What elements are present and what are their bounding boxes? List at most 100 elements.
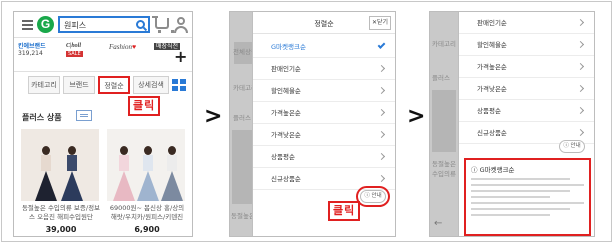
sort-menu: G마켓랭크순 판매인기순 할인혜율순 가격높은순 가격낮은순 상품평순 신규상품…: [253, 36, 395, 190]
sort-option-label: 판매인기순: [271, 65, 301, 73]
sort-option-label: 신규상품순: [271, 175, 301, 183]
sort-option-label: 가격낮은순: [477, 85, 507, 93]
chevron-right-icon: [576, 84, 585, 93]
search-icon[interactable]: [136, 20, 145, 29]
product-card[interactable]: 69000원~ 봄신상 홍/상의 해랏/우치카/원피스/키덴진 6,900: [107, 129, 187, 236]
sort-option-discount[interactable]: 할인혜율순: [459, 34, 594, 56]
chevron-right-icon: [377, 174, 386, 183]
sort-option-label: 판매인기순: [477, 19, 507, 27]
banner-item[interactable]: Fashion♥: [109, 43, 136, 51]
chevron-right-icon: [377, 130, 386, 139]
click-callout: 클릭: [328, 201, 361, 221]
product-name: 69000원~ 봄신상 홍/상의 해랏/우치카/원피스/키덴진: [109, 204, 185, 221]
banner-sale-badge: SALE: [66, 51, 83, 58]
phone-screen-search-results: G 원피스 킨에브랜드 319,214 C|holl SALE Fashion♥…: [13, 11, 193, 237]
gmarket-logo[interactable]: G: [37, 16, 54, 33]
tab-sort[interactable]: 정렬순: [98, 76, 130, 94]
sort-option-reviews[interactable]: 상품평순: [253, 146, 395, 168]
brand-banner-row: 킨에브랜드 319,214 C|holl SALE Fashion♥ 매장식전 …: [14, 39, 192, 72]
sort-option-price-low[interactable]: 가격낮은순: [459, 78, 594, 100]
tab-detail-search[interactable]: 상세검색: [133, 76, 169, 94]
model-figure: [113, 146, 135, 201]
chevron-right-icon: [377, 108, 386, 117]
close-button[interactable]: ✕닫기: [369, 16, 391, 30]
sort-option-newest[interactable]: 신규상품순: [253, 168, 395, 190]
chevron-right-icon: [576, 62, 585, 71]
sort-option-price-high[interactable]: 가격높은순: [253, 102, 395, 124]
sort-option-label: G마켓랭크순: [271, 43, 306, 51]
info-button[interactable]: ⓘ 안내: [559, 140, 585, 153]
click-callout: 클릭: [128, 96, 161, 116]
sort-option-price-low[interactable]: 가격낮은순: [253, 124, 395, 146]
section-badge-icon: [76, 110, 92, 121]
tab-category[interactable]: 카테고리: [28, 76, 60, 94]
ghost-text: 플러스: [432, 74, 450, 82]
banner-title-text: Fashion: [109, 43, 132, 51]
sort-option-popular[interactable]: 판매인기순: [459, 12, 594, 34]
ghost-text: 플러스: [233, 114, 251, 122]
info-text-line: [471, 190, 571, 192]
search-input[interactable]: 원피스: [58, 16, 150, 33]
chevron-right-icon: [377, 152, 386, 161]
ghost-text: 카테고리: [432, 40, 456, 48]
product-card[interactable]: 동절높은 수입의류 보증/정보스 오음진 해피수입원단 39,000: [21, 129, 101, 236]
info-text-line: [471, 214, 551, 216]
product-image: [107, 129, 185, 201]
info-box-title: ⓘ G마켓랭크순: [471, 166, 515, 174]
plus-icon[interactable]: +: [174, 49, 187, 65]
banner-title: C|holl: [66, 43, 81, 49]
sort-option-label: 할인혜율순: [477, 41, 507, 49]
model-figure: [161, 146, 183, 201]
sort-option-price-high[interactable]: 가격높은순: [459, 56, 594, 78]
info-text-line: [471, 178, 571, 180]
step-arrow: >: [204, 104, 223, 129]
chevron-right-icon: [576, 128, 585, 137]
product-image: [21, 129, 99, 201]
section-title: 플러스 상품: [22, 113, 62, 122]
banner-title: Fashion♥: [109, 43, 137, 51]
top-bar: G 원피스: [14, 12, 192, 38]
close-label: 닫기: [376, 19, 389, 26]
banner-item[interactable]: C|holl SALE: [66, 43, 83, 58]
phone-screen-sort-drawer: 전체상품 카테고리 플러스 동절높은 수입의류 정렬순 ✕닫기 G마켓랭크순 판…: [229, 11, 396, 237]
sort-option-popular[interactable]: 판매인기순: [253, 58, 395, 80]
model-figure: [35, 146, 57, 201]
sort-menu: 판매인기순 할인혜율순 가격높은순 가격낮은순 상품평순 신규상품순: [459, 12, 594, 144]
tab-brand[interactable]: 브랜드: [63, 76, 95, 94]
info-text-line: [471, 184, 584, 186]
sort-drawer: 정렬순 ✕닫기 G마켓랭크순 판매인기순 할인혜율순 가격높은순 가격낮은순 상…: [252, 12, 395, 236]
back-arrow-icon[interactable]: ←: [434, 218, 442, 229]
step-arrow: >: [407, 104, 426, 129]
sort-option-label: 가격높은순: [271, 109, 301, 117]
filter-tabs: 카테고리 브랜드 정렬순 상세검색: [14, 76, 192, 96]
phone-screen-sort-info: 카테고리 플러스 동절높은 수입의류 ← 판매인기순 할인혜율순 가격높은순 가…: [429, 11, 595, 237]
sort-option-label: 가격높은순: [477, 63, 507, 71]
menu-icon[interactable]: [22, 20, 33, 30]
product-name: 동절높은 수입의류 보증/정보스 오음진 해피수입원단: [21, 204, 101, 221]
sort-option-reviews[interactable]: 상품평순: [459, 100, 594, 122]
ghost-text: 동절높은: [432, 160, 456, 168]
chevron-right-icon: [576, 106, 585, 115]
sort-option-discount[interactable]: 할인혜율순: [253, 80, 395, 102]
sort-option-label: 할인혜율순: [271, 87, 301, 95]
sort-drawer: 판매인기순 할인혜율순 가격높은순 가격낮은순 상품평순 신규상품순 ⓘ 안내 …: [458, 12, 594, 236]
check-icon: [377, 41, 386, 49]
info-text-line: [471, 208, 571, 210]
info-button[interactable]: ⓘ 안내: [356, 186, 390, 207]
drawer-header: 정렬순 ✕닫기: [253, 12, 395, 34]
sort-option-label: 신규상품순: [477, 129, 507, 137]
grid-view-icon[interactable]: [172, 79, 186, 91]
sort-option-gmarket-rank[interactable]: G마켓랭크순: [253, 36, 395, 58]
product-price: 6,900: [134, 225, 160, 234]
figure-frame: G 원피스 킨에브랜드 319,214 C|holl SALE Fashion♥…: [1, 1, 612, 242]
chevron-right-icon: [377, 86, 386, 95]
user-icon[interactable]: [174, 17, 188, 33]
product-price: 39,000: [45, 225, 77, 234]
banner-sub: 319,214: [18, 50, 43, 58]
info-text-line: [471, 196, 551, 198]
sort-info-box: ⓘ G마켓랭크순: [464, 158, 591, 236]
cart-icon[interactable]: [152, 16, 174, 33]
chevron-right-icon: [576, 18, 585, 27]
banner-item[interactable]: 킨에브랜드 319,214: [18, 43, 46, 57]
ghost-image: [432, 90, 456, 152]
